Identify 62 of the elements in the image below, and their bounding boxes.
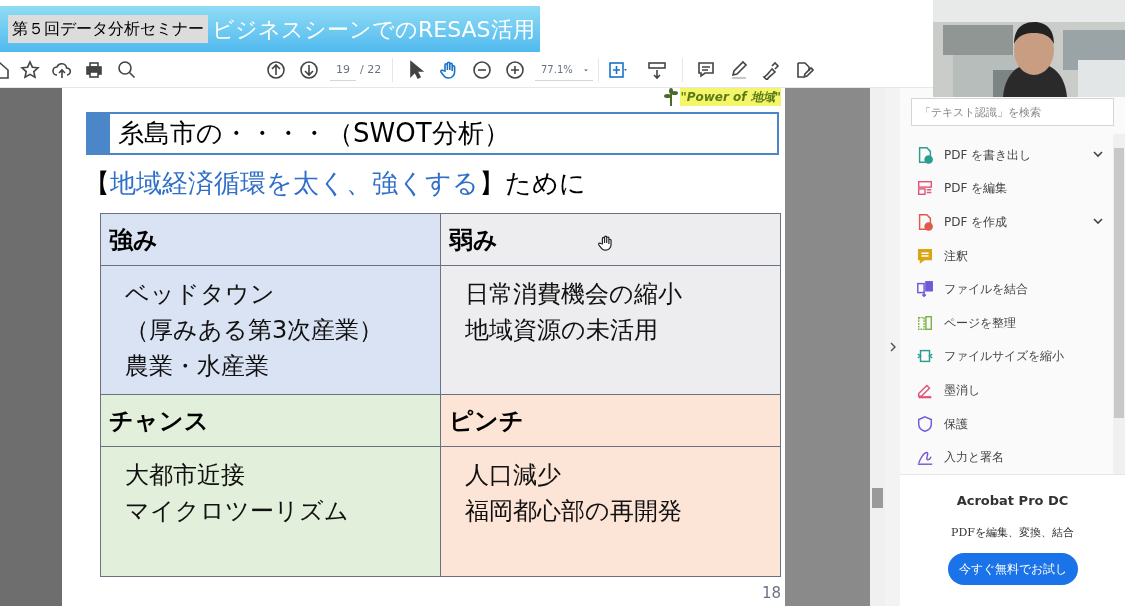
tool-item[interactable]: 墨消し xyxy=(916,373,1113,407)
zoom-search-icon[interactable] xyxy=(117,60,137,80)
cell-item: （厚みある第3次産業） xyxy=(125,315,385,346)
hand-cursor-icon xyxy=(597,233,615,253)
tool-item[interactable]: ファイルを結合 xyxy=(916,272,1113,306)
create-tool-icon xyxy=(916,213,934,231)
tool-item[interactable]: 保護 xyxy=(916,406,1113,441)
search-field[interactable]: 「テキスト認識」を検索 xyxy=(911,98,1114,126)
combine-tool-icon xyxy=(916,280,934,299)
slide-title: 糸島市の・・・・（SWOT分析） xyxy=(118,117,510,150)
arrow-down-icon[interactable] xyxy=(299,60,319,80)
tool-item[interactable]: 入力と署名 xyxy=(916,440,1113,474)
sprout-icon xyxy=(664,88,679,106)
promo-title: Acrobat Pro DC xyxy=(956,492,1069,510)
seminar-label: 第５回データ分析セミナー xyxy=(8,15,208,43)
arrow-up-icon[interactable] xyxy=(266,60,286,80)
cell-item: ベッドタウン xyxy=(125,279,276,310)
tool-item[interactable]: 注釈 xyxy=(916,238,1113,273)
fit-page-icon[interactable] xyxy=(606,60,628,80)
promo-text: PDFを編集、変換、結合 xyxy=(951,524,1074,541)
cell-item: 福岡都心部の再開発 xyxy=(464,496,683,527)
cell-heading: 強み xyxy=(109,224,158,256)
cell-item: 日常消費機会の縮小 xyxy=(464,279,683,310)
protect-tool-icon xyxy=(916,414,934,433)
cell-item: 大都市近接 xyxy=(125,460,246,491)
star-icon[interactable] xyxy=(20,60,40,80)
print-icon[interactable] xyxy=(84,60,104,80)
pen-icon[interactable] xyxy=(729,60,749,80)
cell-item: マイクロツーリズム xyxy=(125,496,350,527)
zoom-field[interactable]: 77.1% xyxy=(535,59,593,81)
cell-item: 農業・水産業 xyxy=(125,351,270,382)
cloud-upload-icon[interactable] xyxy=(52,60,72,80)
cell-heading: チャンス xyxy=(109,405,209,437)
zoom-out-icon[interactable] xyxy=(472,60,492,80)
comment-icon[interactable] xyxy=(696,60,716,80)
comment-tool-icon xyxy=(916,246,934,265)
scroll-mode-icon[interactable] xyxy=(647,60,667,80)
tool-item[interactable]: ファイルサイズを縮小 xyxy=(916,339,1113,374)
cell-heading: 弱み xyxy=(448,224,498,256)
banner-title: ビジネスシーンでのRESAS活用 xyxy=(212,15,535,44)
tool-item[interactable]: PDF を編集 xyxy=(916,171,1113,206)
slide-subtitle: 【地域経済循環を太く、強くする】ために xyxy=(84,167,586,200)
trial-button[interactable]: 今すぐ無料でお試し xyxy=(947,553,1078,585)
cell-item: 人口減少 xyxy=(464,460,562,491)
tool-item[interactable]: PDF を書き出し xyxy=(916,138,1113,172)
tool-item[interactable]: ページを整理 xyxy=(916,305,1113,340)
page-total: / 22 xyxy=(360,62,382,78)
chevron-down-icon[interactable] xyxy=(1093,218,1103,226)
slogan-text: "Power of 地域" xyxy=(680,88,781,106)
edit-tool-icon xyxy=(916,179,934,198)
edit-form-icon[interactable] xyxy=(794,60,814,80)
tool-item[interactable]: PDF を作成 xyxy=(916,205,1113,239)
cell-heading: ピンチ xyxy=(448,405,524,437)
signature-icon[interactable] xyxy=(761,60,781,80)
cell-item: 地域資源の未活用 xyxy=(464,315,659,346)
scrollbar[interactable] xyxy=(1113,134,1125,474)
zoom-in-icon[interactable] xyxy=(505,60,525,80)
organize-tool-icon xyxy=(916,313,934,332)
export-tool-icon xyxy=(916,145,934,164)
page-field[interactable]: 19 xyxy=(330,59,356,81)
scrollbar[interactable] xyxy=(870,88,885,606)
chevron-down-icon[interactable] xyxy=(1093,151,1103,159)
